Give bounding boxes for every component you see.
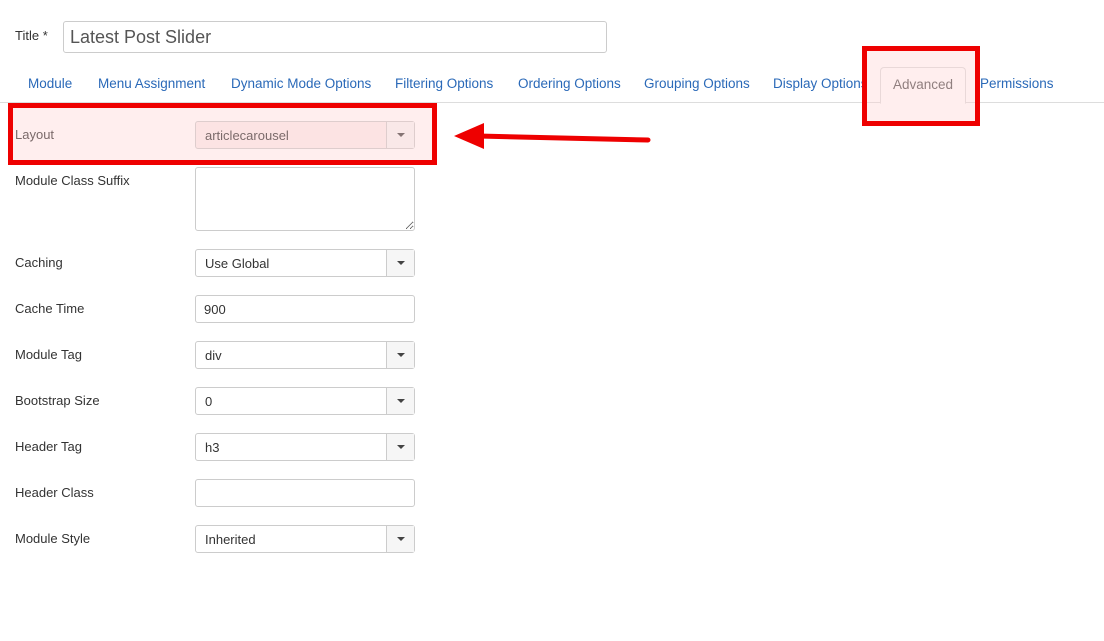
header-tag-select[interactable]: h3 (195, 433, 415, 461)
chevron-down-icon (397, 537, 405, 541)
tab-ordering-options[interactable]: Ordering Options (518, 76, 621, 91)
module-style-select-value: Inherited (205, 532, 256, 547)
bootstrap-size-label: Bootstrap Size (15, 393, 100, 408)
layout-label: Layout (15, 127, 55, 142)
header-tag-select-toggle[interactable] (386, 434, 414, 460)
annotation-arrow-icon (454, 123, 651, 149)
chevron-down-icon (397, 399, 405, 403)
caching-select-toggle[interactable] (386, 250, 414, 276)
tab-dynamic-mode-options[interactable]: Dynamic Mode Options (231, 76, 371, 91)
tab-module[interactable]: Module (28, 76, 72, 91)
bootstrap-size-select[interactable]: 0 (195, 387, 415, 415)
tab-menu-assignment[interactable]: Menu Assignment (98, 76, 205, 91)
title-label: Title * (15, 28, 48, 43)
header-tag-label: Header Tag (15, 439, 82, 454)
layout-select-toggle[interactable] (386, 122, 414, 148)
header-class-input[interactable] (195, 479, 415, 507)
header-tag-select-value: h3 (205, 440, 220, 455)
caching-label: Caching (15, 255, 63, 270)
module-tag-select[interactable]: div (195, 341, 415, 369)
chevron-down-icon (397, 133, 405, 137)
cache-time-label: Cache Time (15, 301, 85, 316)
chevron-down-icon (397, 445, 405, 449)
module-tag-select-toggle[interactable] (386, 342, 414, 368)
chevron-down-icon (397, 353, 405, 357)
module-style-label: Module Style (15, 531, 91, 546)
tab-filtering-options[interactable]: Filtering Options (395, 76, 493, 91)
caching-select[interactable]: Use Global (195, 249, 415, 277)
layout-select[interactable]: articlecarousel (195, 121, 415, 149)
tab-permissions[interactable]: Permissions (980, 76, 1054, 91)
chevron-down-icon (397, 261, 405, 265)
title-input[interactable] (63, 21, 607, 53)
cache-time-input[interactable] (195, 295, 415, 323)
module-tag-select-value: div (205, 348, 222, 363)
module-tag-label: Module Tag (15, 347, 82, 362)
module-style-select[interactable]: Inherited (195, 525, 415, 553)
bootstrap-size-select-value: 0 (205, 394, 213, 409)
tab-display-options[interactable]: Display Options (773, 76, 868, 91)
layout-select-value: articlecarousel (205, 128, 289, 143)
module-class-suffix-textarea[interactable] (195, 167, 415, 231)
bootstrap-size-select-toggle[interactable] (386, 388, 414, 414)
module-class-suffix-label: Module Class Suffix (15, 173, 130, 188)
tab-bar: Module Menu Assignment Dynamic Mode Opti… (0, 66, 1104, 104)
module-style-select-toggle[interactable] (386, 526, 414, 552)
header-class-label: Header Class (15, 485, 94, 500)
tab-advanced[interactable]: Advanced (880, 67, 967, 104)
caching-select-value: Use Global (205, 256, 270, 271)
tab-grouping-options[interactable]: Grouping Options (644, 76, 750, 91)
